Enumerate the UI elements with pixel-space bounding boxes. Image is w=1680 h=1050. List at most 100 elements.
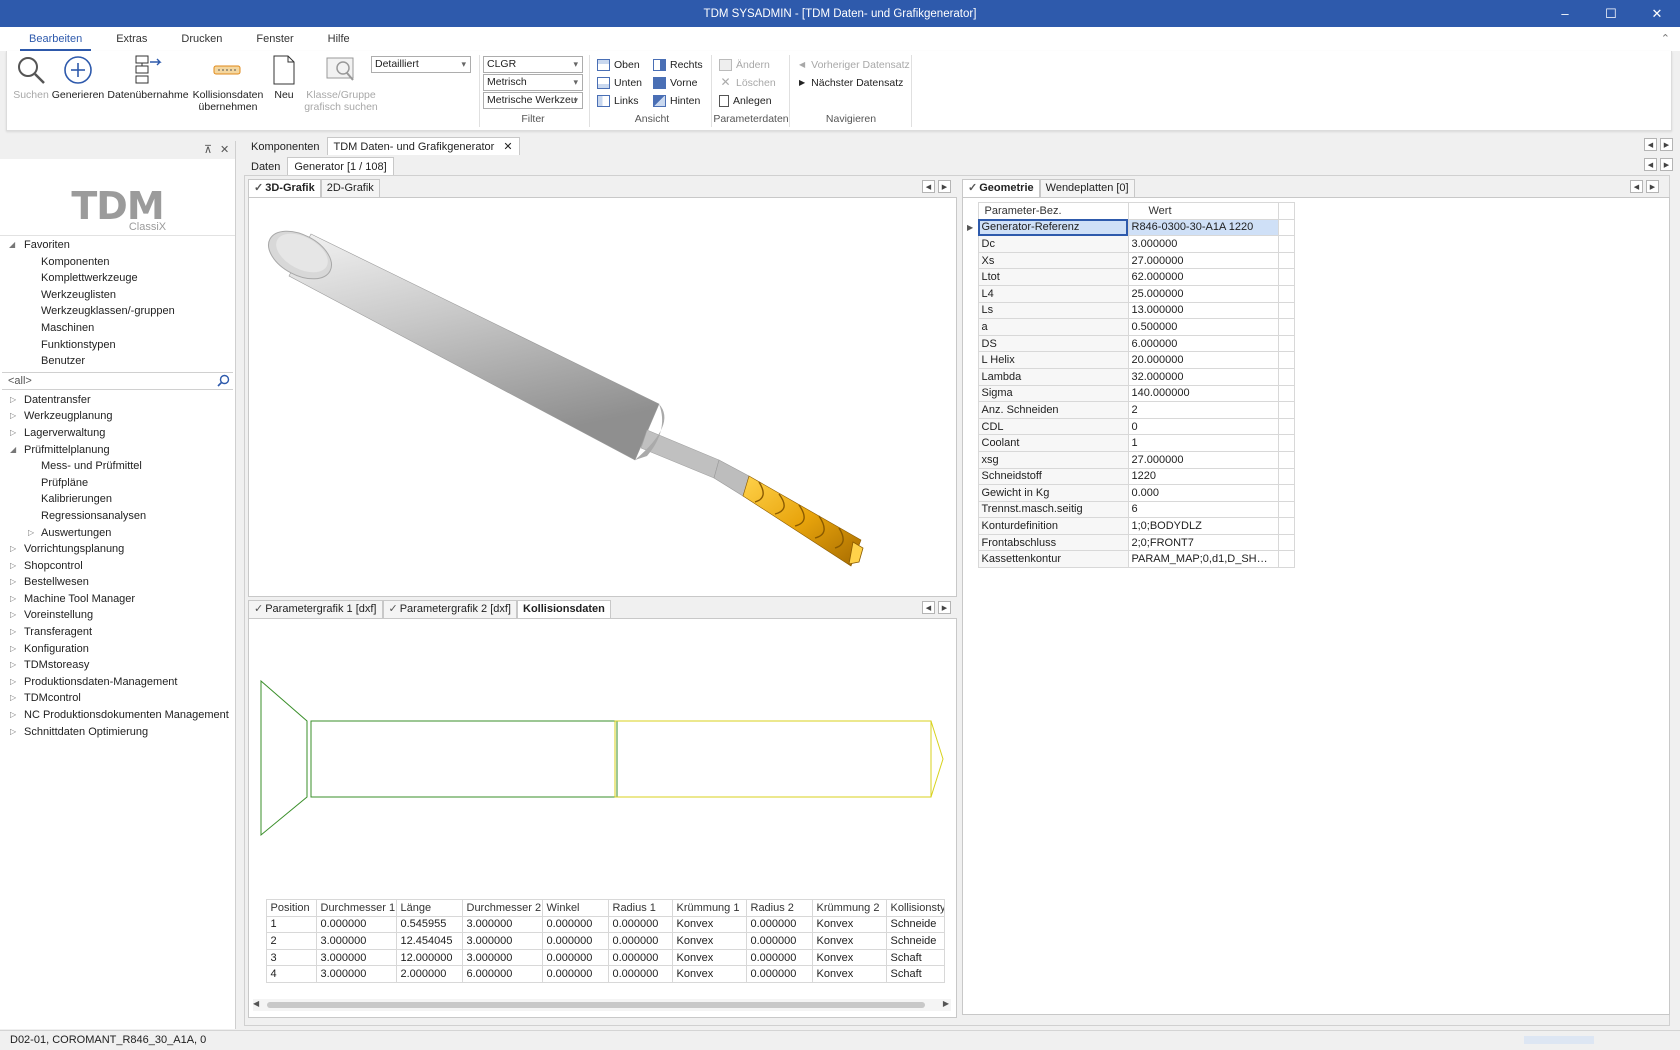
parameter-value-cell[interactable]: 2;0;FRONT7 — [1127, 533, 1279, 552]
scrollbar-thumb[interactable] — [267, 1002, 925, 1008]
parameter-value-cell[interactable]: 25.000000 — [1127, 284, 1279, 303]
tab-daten-grafikgenerator[interactable]: TDM Daten- und Grafikgenerator ✕ — [326, 137, 520, 155]
collision-cell[interactable]: Konvex — [811, 948, 887, 967]
scroll-left-icon[interactable]: ◀ — [1630, 180, 1643, 193]
parameter-row[interactable]: Ltot 62.000000 — [964, 268, 1295, 286]
3d-graphic-viewport[interactable] — [248, 197, 957, 597]
parameter-name-cell[interactable]: Trennst.masch.seitig — [977, 500, 1129, 519]
tab-kollisionsdaten[interactable]: Kollisionsdaten — [517, 600, 611, 618]
collision-cell[interactable]: 0.000000 — [607, 948, 673, 967]
collision-cell[interactable]: 4 — [265, 965, 317, 983]
parameter-value-cell[interactable]: 27.000000 — [1127, 450, 1279, 469]
tab-parametergrafik-2[interactable]: ✓ Parametergrafik 2 [dxf] — [382, 600, 517, 618]
collision-column-header[interactable]: Kollisionstyp — [885, 899, 945, 917]
module-item[interactable]: ▷ TDMstoreasy — [0, 657, 235, 674]
collision-row[interactable]: 1 0.000000 0.545955 3.000000 0.000000 0.00000… — [252, 915, 945, 934]
parameter-column-header[interactable]: Parameter-Bez. — [977, 202, 1129, 220]
anlegen-button[interactable]: Anlegen — [719, 92, 772, 109]
view-vorne-button[interactable]: Vorne — [653, 74, 697, 91]
collision-cell[interactable]: Konvex — [811, 915, 887, 934]
parameter-column-header[interactable]: Wert — [1127, 202, 1279, 220]
suchen-button[interactable]: Suchen — [11, 53, 51, 101]
parameter-name-cell[interactable]: xsg — [977, 450, 1129, 469]
scroll-right-icon[interactable]: ▶ — [938, 180, 951, 193]
tab-komponenten[interactable]: Komponenten — [244, 137, 327, 155]
parameter-row[interactable]: Dc 3.000000 — [964, 235, 1295, 253]
collision-cell[interactable]: Schneide — [885, 915, 945, 934]
expand-triangle-icon[interactable]: ▷ — [10, 591, 16, 608]
parameter-name-cell[interactable]: Kassettenkontur — [977, 550, 1129, 569]
module-item[interactable]: ▷ Transferagent — [0, 624, 235, 641]
parameter-value-cell[interactable]: 27.000000 — [1127, 251, 1279, 270]
parameter-value-cell[interactable]: 13.000000 — [1127, 301, 1279, 320]
view-oben-button[interactable]: Oben — [597, 56, 640, 73]
tab-daten[interactable]: Daten — [244, 157, 287, 175]
parameter-value-cell[interactable]: 6 — [1127, 500, 1279, 519]
parameter-name-cell[interactable]: Generator-Referenz — [977, 218, 1129, 237]
collision-cell[interactable]: 0.000000 — [541, 915, 609, 934]
module-item[interactable]: ▷ Bestellwesen — [0, 574, 235, 591]
parameter-name-cell[interactable]: L Helix — [977, 351, 1129, 369]
parameter-row[interactable]: DS 6.000000 — [964, 334, 1295, 353]
tab-wendeplatten[interactable]: Wendeplatten [0] — [1039, 179, 1135, 197]
expand-triangle-icon[interactable]: ▷ — [10, 707, 16, 724]
expand-triangle-icon[interactable]: ▷ — [10, 574, 16, 591]
expand-triangle-icon[interactable]: ▷ — [10, 607, 16, 624]
collision-column-header[interactable]: Durchmesser 2 — [461, 899, 543, 917]
expand-triangle-icon[interactable]: ▷ — [10, 624, 16, 641]
menu-extras[interactable]: Extras — [107, 27, 156, 51]
collision-cell[interactable]: 0.000000 — [541, 932, 609, 950]
generieren-button[interactable]: Generieren — [52, 53, 104, 101]
collision-column-header[interactable]: Krümmung 2 — [811, 899, 887, 917]
collision-column-header[interactable]: Krümmung 1 — [671, 899, 747, 917]
collision-cell[interactable]: Konvex — [671, 915, 747, 934]
menu-hilfe[interactable]: Hilfe — [319, 27, 359, 51]
collision-cell[interactable]: 0.000000 — [745, 948, 813, 967]
menu-bearbeiten[interactable]: Bearbeiten — [20, 27, 92, 51]
tab-2d-grafik[interactable]: 2D-Grafik — [320, 179, 380, 197]
module-item[interactable]: ▷ Lagerverwaltung — [0, 425, 235, 442]
panel-close-icon[interactable]: ✕ — [220, 143, 229, 156]
parameter-name-cell[interactable]: Coolant — [977, 434, 1129, 452]
parameter-name-cell[interactable]: Ltot — [977, 268, 1129, 286]
vorheriger-datensatz-button[interactable]: ◀ Vorheriger Datensatz — [799, 56, 910, 73]
datenuebernahme-button[interactable]: Datenübernahme — [107, 53, 189, 101]
parameter-row[interactable]: Xs 27.000000 — [964, 251, 1295, 270]
maximize-button[interactable]: ☐ — [1588, 0, 1634, 27]
parameter-name-cell[interactable]: Gewicht in Kg — [977, 484, 1129, 502]
menu-fenster[interactable]: Fenster — [247, 27, 302, 51]
expand-triangle-icon[interactable]: ▷ — [10, 657, 16, 674]
collision-cell[interactable]: 2.000000 — [395, 965, 463, 983]
scroll-left-icon[interactable]: ◀ — [253, 999, 259, 1008]
view-links-button[interactable]: Links — [597, 92, 639, 109]
collision-column-header[interactable]: Radius 2 — [745, 899, 813, 917]
parameter-row[interactable]: Sigma 140.000000 — [964, 384, 1295, 403]
collision-cell[interactable]: 0.000000 — [607, 915, 673, 934]
collision-cell[interactable]: 0.000000 — [745, 915, 813, 934]
module-item[interactable]: ▷ Shopcontrol — [0, 558, 235, 575]
scroll-left-icon[interactable]: ◀ — [922, 180, 935, 193]
parameter-value-cell[interactable]: 2 — [1127, 401, 1279, 419]
parameter-name-cell[interactable]: Anz. Schneiden — [977, 401, 1129, 419]
parameter-name-cell[interactable]: Sigma — [977, 384, 1129, 403]
parameter-row[interactable]: Anz. Schneiden 2 — [964, 401, 1295, 419]
expand-triangle-icon[interactable]: ▷ — [10, 690, 16, 707]
parameter-value-cell[interactable]: 32.000000 — [1127, 367, 1279, 386]
parameter-name-cell[interactable]: Xs — [977, 251, 1129, 270]
module-item[interactable]: ▷ Voreinstellung — [0, 607, 235, 624]
module-item[interactable]: ▷ Datentransfer — [0, 392, 235, 409]
parameter-value-cell[interactable]: 3.000000 — [1127, 235, 1279, 253]
module-item[interactable]: ◢ Prüfmittelplanung — [0, 442, 235, 459]
parameter-value-cell[interactable]: 1;0;BODYDLZ — [1127, 517, 1279, 535]
parameter-row[interactable]: Schneidstoff 1220 — [964, 467, 1295, 486]
filter-combo-2[interactable]: Metrisch — [483, 74, 583, 91]
parameter-value-cell[interactable]: 6.000000 — [1127, 334, 1279, 353]
collision-cell[interactable]: 3.000000 — [315, 948, 397, 967]
parameter-name-cell[interactable]: Frontabschluss — [977, 533, 1129, 552]
favorite-item[interactable]: Maschinen — [0, 320, 235, 337]
collision-cell[interactable]: 3.000000 — [315, 932, 397, 950]
collision-cell[interactable]: 0.000000 — [607, 965, 673, 983]
parameter-row[interactable]: Trennst.masch.seitig 6 — [964, 500, 1295, 519]
parameter-value-cell[interactable]: 0.000 — [1127, 484, 1279, 502]
expand-triangle-icon[interactable]: ▷ — [10, 641, 16, 658]
